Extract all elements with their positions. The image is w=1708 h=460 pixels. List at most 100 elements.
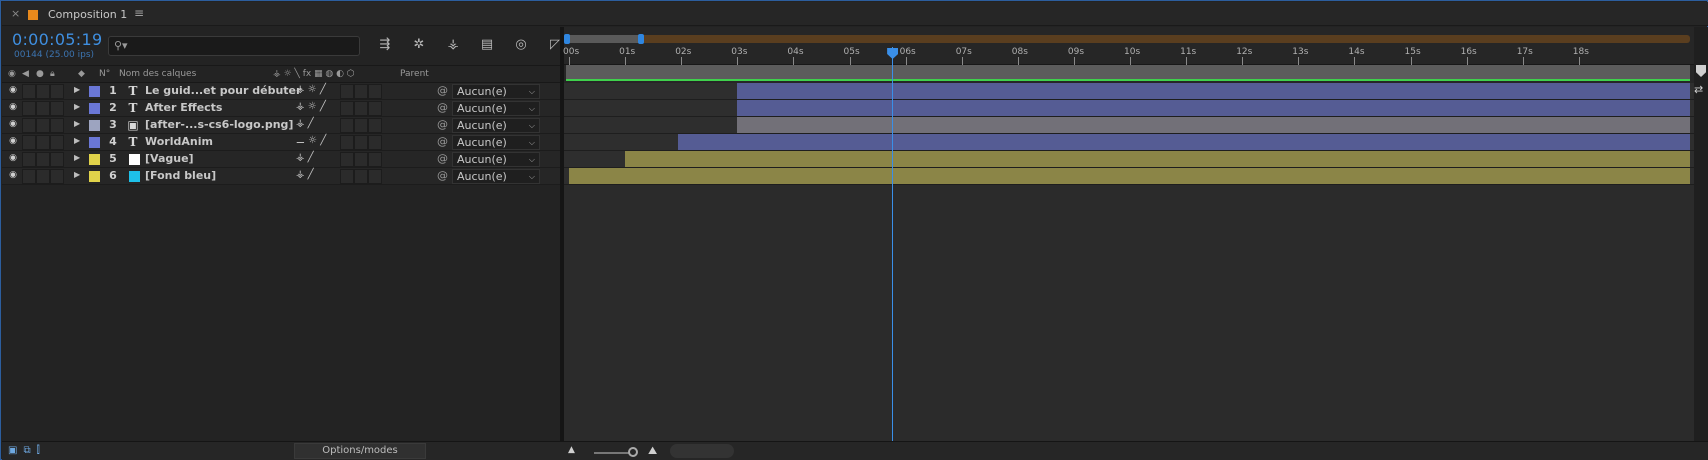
layer-name[interactable]: WorldAnim [145, 135, 213, 148]
navigator-start-handle[interactable] [564, 34, 570, 44]
lock-toggle[interactable] [50, 84, 64, 99]
switch-cell[interactable] [354, 84, 368, 99]
navigator-end-handle[interactable] [638, 34, 644, 44]
time-ruler[interactable]: 00s 01s 02s 03s 04s 05s 06s 07s 08s 09s 10s 11s 12s 1… [563, 45, 1694, 65]
switch-cell[interactable] [368, 169, 382, 184]
parent-dropdown[interactable]: Aucun(e) ⌵ [452, 135, 540, 150]
layer-row[interactable]: ◉ ▶ 4 T WorldAnim ⚊ ☼ ╱ @ Aucun(e) ⌵ [2, 134, 560, 151]
layer-duration-bar[interactable] [625, 151, 1690, 167]
label-color-swatch[interactable] [89, 171, 100, 182]
solo-toggle[interactable] [36, 169, 50, 184]
solo-toggle[interactable] [36, 152, 50, 167]
layer-search-input[interactable]: ⚲▾ [108, 36, 360, 56]
parent-pickwhip-icon[interactable]: @ [437, 118, 448, 131]
label-color-swatch[interactable] [89, 103, 100, 114]
layer-row[interactable]: ◉ ▶ 3 ▣ [after-...s-cs6-logo.png] ⚶ ╱ @ … [2, 117, 560, 134]
lock-toggle[interactable] [50, 118, 64, 133]
motion-blur-icon[interactable]: ◎ [510, 35, 532, 55]
parent-pickwhip-icon[interactable]: @ [437, 169, 448, 182]
solo-toggle[interactable] [36, 101, 50, 116]
audio-toggle[interactable] [22, 84, 36, 99]
comp-button-icon[interactable]: ⇄ [1694, 83, 1703, 96]
layer-name[interactable]: [Vague] [145, 152, 194, 165]
expand-triangle-icon[interactable]: ▶ [74, 136, 80, 145]
audio-toggle[interactable] [22, 135, 36, 150]
current-time-display[interactable]: 0:00:05:19 [12, 30, 102, 49]
switch-cell[interactable] [340, 101, 354, 116]
switch-cell[interactable] [368, 135, 382, 150]
solo-toggle[interactable] [36, 135, 50, 150]
layer-switches[interactable]: ⚶ ☼ ╱ [296, 101, 326, 112]
audio-toggle[interactable] [22, 169, 36, 184]
expand-triangle-icon[interactable]: ▶ [74, 119, 80, 128]
audio-toggle[interactable] [22, 101, 36, 116]
label-color-swatch[interactable] [89, 154, 100, 165]
switch-cell[interactable] [354, 152, 368, 167]
draft-3d-icon[interactable]: ✲ [408, 35, 430, 55]
current-time-indicator[interactable] [892, 47, 894, 441]
layer-switches[interactable]: ⚶ ☼ ╱ [296, 84, 326, 95]
switch-cell[interactable] [340, 135, 354, 150]
panel-menu-icon[interactable]: ≡ [134, 6, 144, 20]
label-color-swatch[interactable] [89, 137, 100, 148]
parent-pickwhip-icon[interactable]: @ [437, 152, 448, 165]
switch-cell[interactable] [368, 118, 382, 133]
switch-cell[interactable] [354, 101, 368, 116]
time-navigator-bar[interactable] [566, 35, 1690, 43]
layer-row[interactable]: ◉ ▶ 6 [Fond bleu] ⚶ ╱ @ Aucun(e) ⌵ [2, 168, 560, 185]
parent-dropdown[interactable]: Aucun(e) ⌵ [452, 84, 540, 99]
label-color-swatch[interactable] [89, 86, 100, 97]
frame-blending-icon[interactable]: ▤ [476, 35, 498, 55]
switch-cell[interactable] [340, 152, 354, 167]
solo-toggle[interactable] [36, 84, 50, 99]
layer-name[interactable]: Le guid...et pour débuter [145, 84, 301, 97]
visibility-eye-icon[interactable]: ◉ [7, 170, 19, 182]
parent-pickwhip-icon[interactable]: @ [437, 84, 448, 97]
time-navigator-scroll[interactable] [670, 444, 734, 458]
layer-row[interactable]: ◉ ▶ 5 [Vague] ⚶ ╱ @ Aucun(e) ⌵ [2, 151, 560, 168]
lock-toggle[interactable] [50, 135, 64, 150]
layer-switches[interactable]: ⚶ ╱ [296, 169, 314, 180]
switch-cell[interactable] [354, 118, 368, 133]
parent-pickwhip-icon[interactable]: @ [437, 135, 448, 148]
close-tab-icon[interactable]: × [11, 7, 20, 20]
layer-row[interactable]: ◉ ▶ 2 T After Effects ⚶ ☼ ╱ @ Aucun(e) ⌵ [2, 100, 560, 117]
layer-switches[interactable]: ⚶ ╱ [296, 118, 314, 129]
solo-toggle[interactable] [36, 118, 50, 133]
layer-duration-bar[interactable] [737, 117, 1690, 133]
parent-dropdown[interactable]: Aucun(e) ⌵ [452, 152, 540, 167]
layer-name[interactable]: [after-...s-cs6-logo.png] [145, 118, 293, 131]
layer-switches[interactable]: ⚊ ☼ ╱ [296, 135, 326, 146]
time-navigator-window[interactable] [568, 35, 640, 43]
layer-name-column-header[interactable]: Nom des calques [119, 69, 196, 79]
layer-duration-bar[interactable] [569, 168, 1690, 184]
switch-cell[interactable] [368, 101, 382, 116]
lock-toggle[interactable] [50, 152, 64, 167]
visibility-eye-icon[interactable]: ◉ [7, 136, 19, 148]
visibility-eye-icon[interactable]: ◉ [7, 153, 19, 165]
label-color-swatch[interactable] [89, 120, 100, 131]
audio-toggle[interactable] [22, 118, 36, 133]
layer-duration-bar[interactable] [737, 83, 1690, 99]
parent-dropdown[interactable]: Aucun(e) ⌵ [452, 169, 540, 184]
zoom-in-icon[interactable]: ⛰ [648, 444, 657, 458]
layer-name[interactable]: After Effects [145, 101, 222, 114]
lock-toggle[interactable] [50, 101, 64, 116]
expand-triangle-icon[interactable]: ▶ [74, 102, 80, 111]
switch-cell[interactable] [340, 169, 354, 184]
layer-row[interactable]: ◉ ▶ 1 T Le guid...et pour débuter ⚶ ☼ ╱ … [2, 83, 560, 100]
comp-marker-bin-icon[interactable] [1696, 65, 1706, 77]
visibility-eye-icon[interactable]: ◉ [7, 119, 19, 131]
visibility-eye-icon[interactable]: ◉ [7, 85, 19, 97]
switch-cell[interactable] [340, 118, 354, 133]
layer-duration-bar[interactable] [678, 134, 1690, 150]
expand-triangle-icon[interactable]: ▶ [74, 85, 80, 94]
work-area-bar[interactable] [566, 65, 1690, 79]
parent-pickwhip-icon[interactable]: @ [437, 101, 448, 114]
shy-layers-icon[interactable]: ⚶ [442, 35, 464, 55]
transfer-controls-toggle-icon[interactable]: ⧉ [23, 445, 30, 456]
audio-toggle[interactable] [22, 152, 36, 167]
switch-cell[interactable] [354, 135, 368, 150]
layer-switches[interactable]: ⚶ ╱ [296, 152, 314, 163]
composition-mini-flowchart-icon[interactable]: ⇶ [374, 35, 396, 55]
